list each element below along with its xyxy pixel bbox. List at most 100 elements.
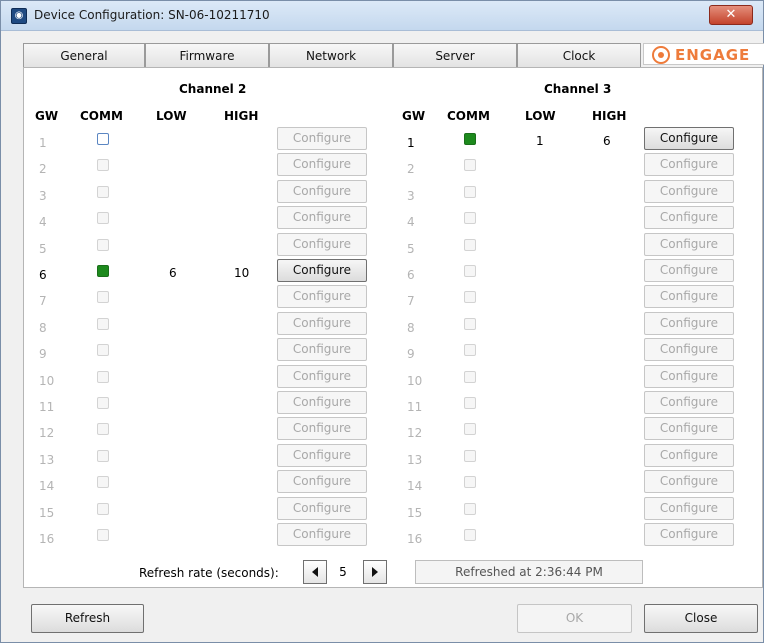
channel-2-gw-4-comm-checkbox[interactable]: [97, 212, 109, 225]
channel-2-gw-16-configure-button[interactable]: Configure: [277, 523, 367, 546]
channel-3-gw-1-high-value: 6: [603, 134, 611, 148]
channel-3-gw-12-number: 12: [407, 426, 423, 441]
channel-2-gw-2-configure-button[interactable]: Configure: [277, 153, 367, 177]
channel-3-gw-4-configure-button[interactable]: Configure: [644, 206, 734, 230]
channel-2-gw-4-configure-button[interactable]: Configure: [277, 206, 367, 230]
tab-server[interactable]: Server: [393, 43, 517, 67]
channel-2-gw-13-configure-button[interactable]: Configure: [277, 443, 367, 467]
channel-3-gw-15-comm-checkbox[interactable]: [464, 502, 476, 515]
channel-2-gw-4-number: 4: [39, 215, 47, 230]
channel-2-gw-9-configure-button[interactable]: Configure: [277, 338, 367, 362]
channel-3-comm-header: COMM: [447, 109, 490, 123]
refresh-rate-increase-button[interactable]: [363, 560, 387, 584]
channel-2-title: Channel 2: [179, 82, 247, 96]
channel-3-gw-6-configure-button[interactable]: Configure: [644, 259, 734, 282]
channel-3-gw-9-configure-button[interactable]: Configure: [644, 338, 734, 362]
channel-2-gw-5-comm-checkbox[interactable]: [97, 238, 109, 251]
channel-3-gw-1-comm-checkbox[interactable]: [464, 133, 476, 145]
window-close-button[interactable]: ✕: [709, 5, 753, 25]
channel-3-gw-4-comm-checkbox[interactable]: [464, 212, 476, 225]
channel-3-gw-6-comm-checkbox[interactable]: [464, 265, 476, 277]
channel-3-gw-11-configure-button[interactable]: Configure: [644, 391, 734, 414]
channel-2-gw-3-comm-checkbox[interactable]: [97, 185, 109, 198]
tab-network[interactable]: Network: [269, 43, 393, 67]
channel-2-gw-6-configure-button[interactable]: Configure: [277, 259, 367, 282]
channel-2-gw-12-configure-button[interactable]: Configure: [277, 417, 367, 441]
channel-3-gw-16-configure-button[interactable]: Configure: [644, 523, 734, 546]
channel-2-gw-3-configure-button[interactable]: Configure: [277, 179, 367, 203]
channel-2-gw-13-comm-checkbox[interactable]: [97, 449, 109, 462]
channel-2-gw-2-comm-checkbox[interactable]: [97, 159, 109, 172]
arrow-left-icon: [312, 567, 318, 577]
channel-2-gw-10-configure-button[interactable]: Configure: [277, 364, 367, 388]
channel-2-gw-7-comm-checkbox[interactable]: [97, 291, 109, 304]
channel-2-gw-15-configure-button[interactable]: Configure: [277, 496, 367, 520]
channel-2-gw-11-configure-button[interactable]: Configure: [277, 391, 367, 414]
channel-2-gw-16-comm-checkbox[interactable]: [97, 529, 109, 541]
channel-2-gw-8-configure-button[interactable]: Configure: [277, 311, 367, 335]
channel-2-gw-9-number: 9: [39, 347, 47, 362]
channel-3-gw-7-comm-checkbox[interactable]: [464, 291, 476, 304]
channel-3-gw-8-number: 8: [407, 320, 415, 335]
channel-3-gw-10-configure-button[interactable]: Configure: [644, 364, 734, 388]
channel-2-comm-header: COMM: [80, 109, 123, 123]
channel-2-gw-1-comm-checkbox[interactable]: [97, 133, 109, 145]
channel-2-gw-3-number: 3: [39, 188, 47, 203]
channel-3-gw-4-number: 4: [407, 215, 415, 230]
channel-3-gw-14-configure-button[interactable]: Configure: [644, 470, 734, 494]
channel-3-gw-header: GW: [402, 109, 426, 123]
channel-2-gw-6-high-value: 10: [234, 266, 250, 280]
channel-2-low-header: LOW: [156, 109, 187, 123]
window-title: Device Configuration: SN-06-10211710: [34, 8, 270, 22]
channel-2-gw-10-comm-checkbox[interactable]: [97, 370, 109, 383]
title-bar: ◉ Device Configuration: SN-06-10211710 ✕: [1, 1, 763, 31]
channel-3-gw-12-configure-button[interactable]: Configure: [644, 417, 734, 441]
close-button[interactable]: Close: [644, 604, 758, 633]
channel-3-gw-2-comm-checkbox[interactable]: [464, 159, 476, 172]
channel-3-gw-15-configure-button[interactable]: Configure: [644, 496, 734, 520]
tab-clock[interactable]: Clock: [517, 43, 641, 67]
channel-3-gw-8-configure-button[interactable]: Configure: [644, 311, 734, 335]
channel-3-low-header: LOW: [525, 109, 556, 123]
channel-2-gw-1-configure-button[interactable]: Configure: [277, 127, 367, 150]
channel-3-gw-7-configure-button[interactable]: Configure: [644, 285, 734, 309]
channel-2-gw-14-configure-button[interactable]: Configure: [277, 470, 367, 494]
channel-2-gw-5-configure-button[interactable]: Configure: [277, 232, 367, 256]
channel-2-gw-12-number: 12: [39, 426, 55, 441]
channel-3-gw-14-number: 14: [407, 479, 423, 494]
channel-2-gw-8-comm-checkbox[interactable]: [97, 317, 109, 330]
tab-general[interactable]: General: [23, 43, 145, 67]
channel-3-gw-8-comm-checkbox[interactable]: [464, 317, 476, 330]
channel-3-gw-12-comm-checkbox[interactable]: [464, 423, 476, 436]
channel-3-gw-5-comm-checkbox[interactable]: [464, 238, 476, 251]
channel-3-gw-16-comm-checkbox[interactable]: [464, 529, 476, 541]
channel-2-gw-7-configure-button[interactable]: Configure: [277, 285, 367, 309]
channel-3-gw-3-comm-checkbox[interactable]: [464, 185, 476, 198]
channel-3-gw-14-comm-checkbox[interactable]: [464, 476, 476, 489]
refresh-rate-decrease-button[interactable]: [303, 560, 327, 584]
channel-2-gw-14-comm-checkbox[interactable]: [97, 476, 109, 489]
channel-2-gw-16-number: 16: [39, 532, 55, 546]
channel-3-gw-1-configure-button[interactable]: Configure: [644, 127, 734, 150]
channel-2-gw-1-number: 1: [39, 136, 47, 150]
channel-2-gw-9-comm-checkbox[interactable]: [97, 344, 109, 357]
channel-3-gw-2-configure-button[interactable]: Configure: [644, 153, 734, 177]
channel-2-gw-6-comm-checkbox[interactable]: [97, 265, 109, 277]
channel-3-gw-5-configure-button[interactable]: Configure: [644, 232, 734, 256]
refresh-rate-value[interactable]: 5: [328, 560, 358, 584]
channel-3-gw-3-configure-button[interactable]: Configure: [644, 179, 734, 203]
tab-strip: General Firmware Network Server Clock EN…: [23, 43, 764, 67]
channel-3-gw-9-comm-checkbox[interactable]: [464, 344, 476, 357]
tab-firmware[interactable]: Firmware: [145, 43, 269, 67]
channel-2-gw-15-comm-checkbox[interactable]: [97, 502, 109, 515]
channel-2-gw-7-number: 7: [39, 294, 47, 309]
refresh-button[interactable]: Refresh: [31, 604, 144, 633]
channel-2-gw-11-comm-checkbox[interactable]: [97, 397, 109, 409]
refreshed-status: Refreshed at 2:36:44 PM: [415, 560, 643, 584]
ok-button[interactable]: OK: [517, 604, 632, 633]
channel-2-gw-12-comm-checkbox[interactable]: [97, 423, 109, 436]
channel-3-gw-10-comm-checkbox[interactable]: [464, 370, 476, 383]
channel-3-gw-11-comm-checkbox[interactable]: [464, 397, 476, 409]
channel-3-gw-13-comm-checkbox[interactable]: [464, 449, 476, 462]
channel-3-gw-13-configure-button[interactable]: Configure: [644, 443, 734, 467]
